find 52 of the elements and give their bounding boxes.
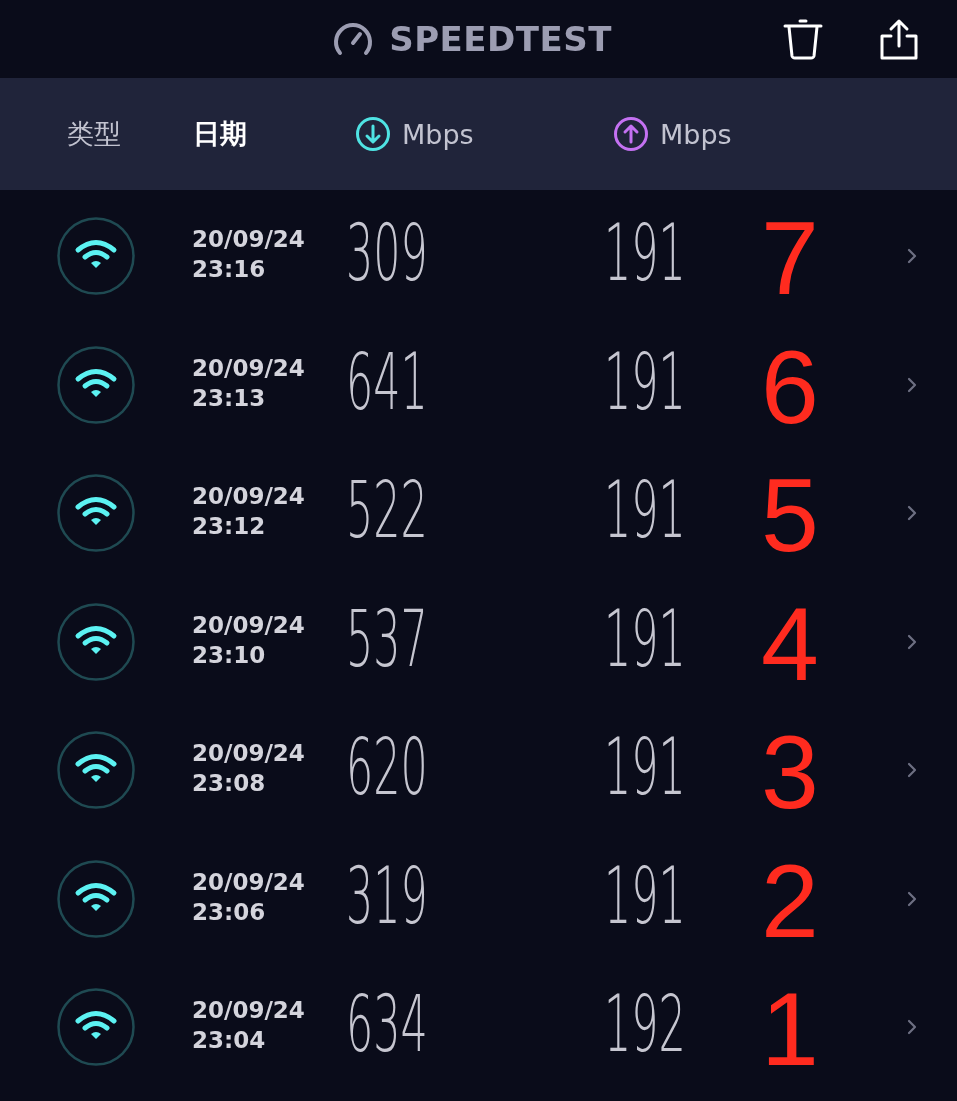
- chevron-right-icon[interactable]: [907, 633, 917, 650]
- wifi-icon: [57, 345, 135, 424]
- download-speed: 537: [346, 599, 428, 678]
- download-sort-tab[interactable]: Mbps: [356, 117, 474, 151]
- annotation-number: 2: [761, 848, 819, 953]
- test-date-time: 20/09/24 23:06: [192, 867, 305, 927]
- upload-speed: 191: [604, 471, 686, 550]
- download-speed: 620: [346, 728, 428, 807]
- download-speed: 634: [346, 985, 428, 1064]
- upload-speed: 191: [604, 214, 686, 293]
- test-date-time: 20/09/24 23:04: [192, 996, 305, 1056]
- annotation-number: 1: [761, 977, 819, 1082]
- chevron-right-icon[interactable]: [907, 248, 917, 265]
- download-speed: 319: [346, 856, 428, 935]
- share-icon: [879, 18, 919, 60]
- trash-icon: [783, 18, 823, 60]
- upload-speed: 191: [604, 856, 686, 935]
- annotation-number: 5: [761, 463, 819, 568]
- wifi-icon: [57, 988, 135, 1067]
- download-speed: 309: [346, 214, 428, 293]
- test-date-time: 20/09/24 23:08: [192, 739, 305, 799]
- delete-button[interactable]: [783, 18, 823, 60]
- upload-speed: 191: [604, 599, 686, 678]
- test-date-time: 20/09/24 23:16: [192, 225, 305, 285]
- chevron-right-icon[interactable]: [907, 890, 917, 907]
- sort-tab[interactable]: 类型: [67, 116, 121, 152]
- upload-speed: 191: [604, 728, 686, 807]
- speedometer-icon: [333, 21, 374, 57]
- sort-tab[interactable]: 日期: [193, 116, 247, 152]
- annotation-number: 3: [761, 720, 819, 825]
- download-speed: 641: [346, 342, 428, 421]
- test-date-time: 20/09/24 23:13: [192, 353, 305, 413]
- test-date-time: 20/09/24 23:10: [192, 610, 305, 670]
- share-button[interactable]: [879, 18, 919, 60]
- upload-sort-tab[interactable]: Mbps: [614, 117, 732, 151]
- upload-speed: 192: [604, 985, 686, 1064]
- test-date-time: 20/09/24 23:12: [192, 482, 305, 542]
- annotation-number: 7: [761, 206, 819, 311]
- wifi-icon: [57, 731, 135, 810]
- wifi-icon: [57, 602, 135, 681]
- annotation-number: 4: [761, 591, 819, 696]
- app-title: SPEEDTEST: [389, 19, 612, 59]
- chevron-right-icon[interactable]: [907, 762, 917, 779]
- chevron-right-icon[interactable]: [907, 505, 917, 522]
- wifi-icon: [57, 217, 135, 296]
- chevron-right-icon[interactable]: [907, 1019, 917, 1036]
- chevron-right-icon[interactable]: [907, 376, 917, 393]
- annotation-number: 6: [761, 334, 819, 439]
- wifi-icon: [57, 859, 135, 938]
- download-speed: 522: [346, 471, 428, 550]
- wifi-icon: [57, 474, 135, 553]
- upload-speed: 191: [604, 342, 686, 421]
